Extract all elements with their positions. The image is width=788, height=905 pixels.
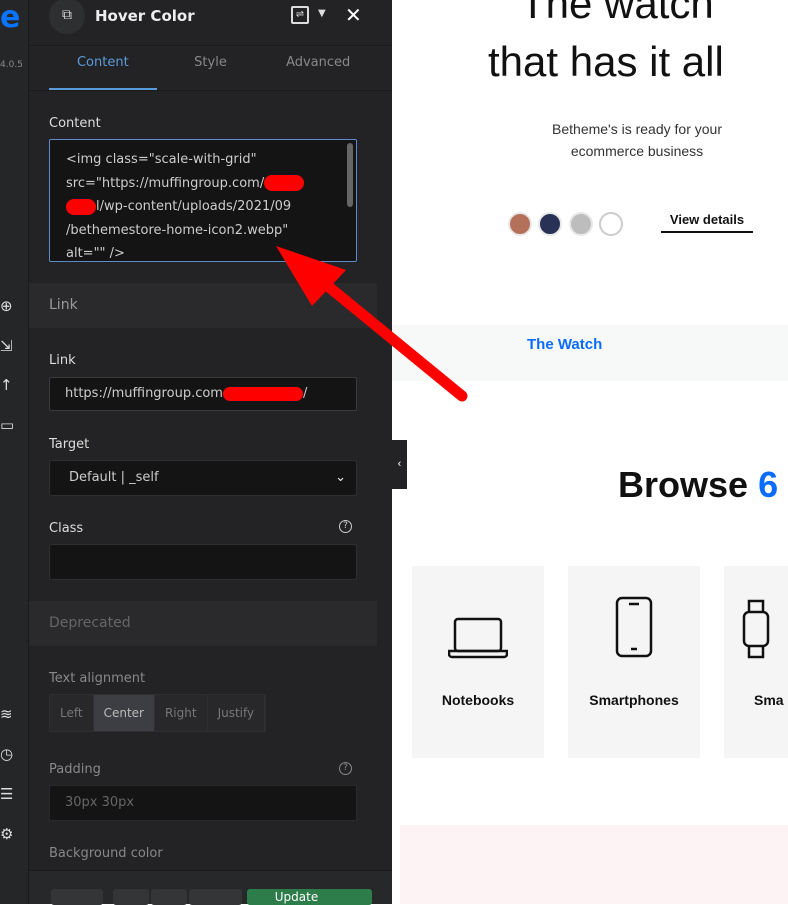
annotation-arrow xyxy=(276,246,468,402)
